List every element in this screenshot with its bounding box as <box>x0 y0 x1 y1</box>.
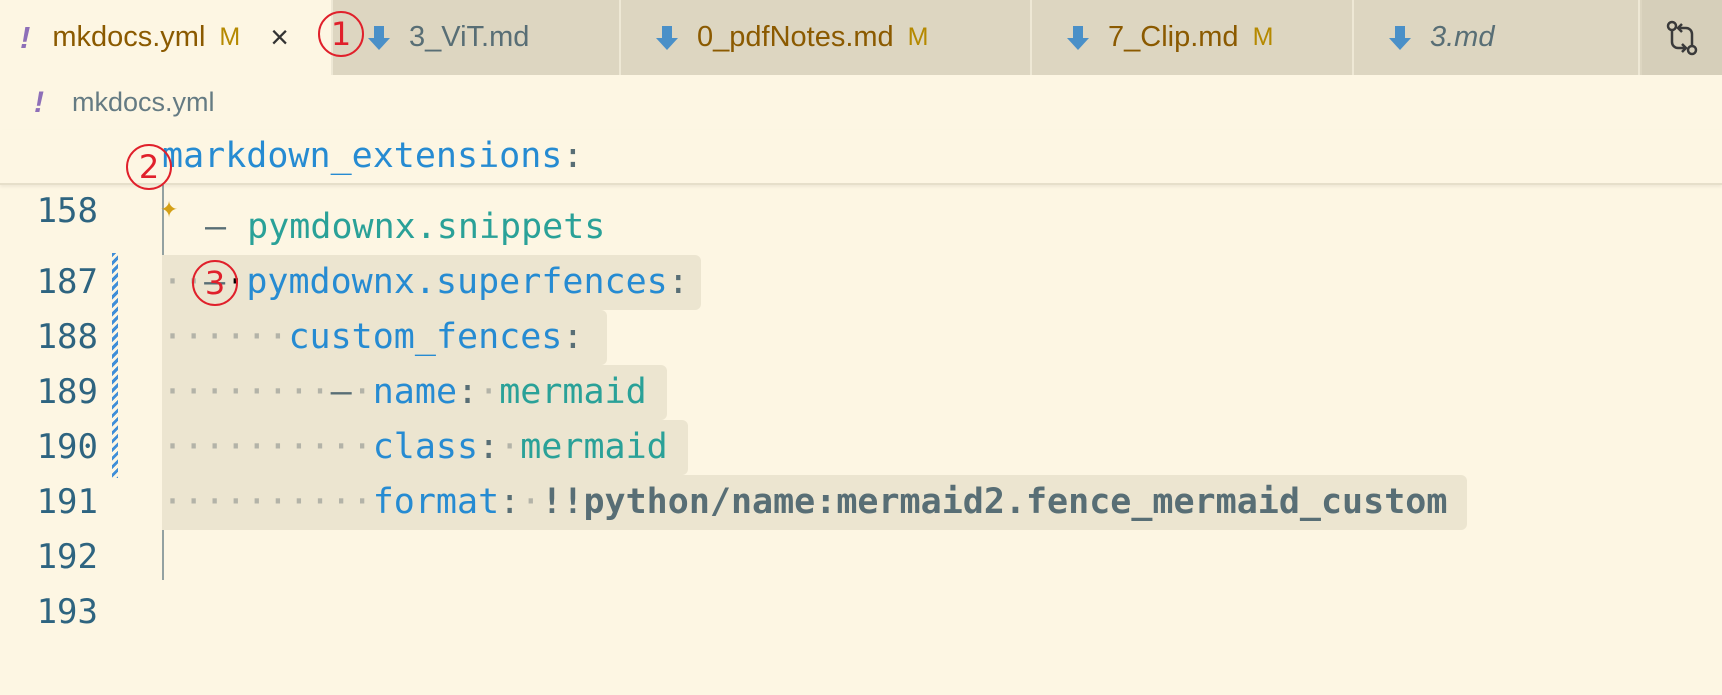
code-line-193[interactable]: 193 <box>0 530 1722 632</box>
whitespace-dot: · <box>520 482 542 522</box>
sticky-scroll-header[interactable]: 158 markdown_extensions: <box>0 130 1722 231</box>
colon: : <box>457 372 479 412</box>
line-number: 158 <box>36 191 98 231</box>
colon: : <box>562 136 584 176</box>
code-line-187[interactable]: 187 – pymdownx.snippets <box>0 200 1722 302</box>
editor-tab-bar: ! mkdocs.yml M × 3_ViT.md 0_pdfNotes.md … <box>0 0 1722 75</box>
whitespace-dots: ·········· <box>162 482 373 522</box>
close-tab-icon[interactable]: × <box>270 19 289 56</box>
tab-0-pdfnotes-md[interactable]: 0_pdfNotes.md M <box>621 0 1032 75</box>
code-line-191[interactable]: 191 ··········class:·mermaid <box>0 420 1722 522</box>
annotation-marker-3: 3 <box>192 260 238 306</box>
git-compare-icon <box>1666 20 1698 55</box>
modified-badge: M <box>219 23 241 51</box>
line-number: 193 <box>36 592 98 632</box>
yaml-key: class <box>372 427 479 467</box>
tab-3-vit-md[interactable]: 3_ViT.md <box>333 0 621 75</box>
yaml-key: name <box>372 372 458 412</box>
markdown-download-icon <box>1389 25 1411 50</box>
annotation-marker-2: 2 <box>126 144 172 190</box>
whitespace-dots: ········ <box>162 372 331 412</box>
annotation-marker-1: 1 <box>318 11 364 57</box>
colon: : <box>478 427 500 467</box>
markdown-download-icon <box>1067 25 1089 50</box>
source-control-compare-button[interactable] <box>1642 0 1722 75</box>
tab-7-clip-md[interactable]: 7_Clip.md M <box>1032 0 1354 75</box>
breadcrumb-file[interactable]: mkdocs.yml <box>72 87 215 118</box>
markdown-download-icon <box>368 25 390 50</box>
code-line-188[interactable]: 188 ··–·pymdownx.superfences: <box>0 255 1722 357</box>
yaml-key: pymdownx.superfences <box>246 262 668 302</box>
colon: : <box>499 482 521 522</box>
list-dash: – <box>205 207 227 247</box>
yaml-key: custom_fences <box>288 317 563 357</box>
markdown-download-icon <box>656 25 678 50</box>
tab-label: 7_Clip.md <box>1108 21 1239 53</box>
breadcrumb: ! mkdocs.yml <box>0 75 1722 130</box>
tab-label: mkdocs.yml <box>52 21 206 53</box>
colon: : <box>667 262 689 302</box>
list-dash: – <box>330 372 352 412</box>
code-line-192[interactable]: 192 ··········format:·!!python/name:merm… <box>0 475 1722 577</box>
yaml-key: markdown_extensions <box>162 136 563 176</box>
whitespace-dot: · <box>478 372 500 412</box>
tab-label: 3.md <box>1430 21 1495 53</box>
code-line-190[interactable]: 190 ········–·name:·mermaid <box>0 365 1722 467</box>
yaml-value: mermaid <box>499 372 647 412</box>
yaml-key: format <box>372 482 500 522</box>
yaml-value: pymdownx.snippets <box>247 207 606 247</box>
colon: : <box>562 317 584 357</box>
tab-3-md[interactable]: 3.md <box>1354 0 1640 75</box>
modified-badge: M <box>907 23 929 51</box>
ai-sparkle-icon[interactable]: ✦ <box>160 190 178 225</box>
whitespace-dot: · <box>351 372 373 412</box>
yaml-tag-value: python/name:mermaid2.fence_mermaid_custo… <box>583 482 1448 522</box>
code-line-189[interactable]: 189 ······custom_fences: <box>0 310 1722 412</box>
tab-label: 3_ViT.md <box>409 21 530 53</box>
whitespace-dots: ·········· <box>162 427 373 467</box>
tab-mkdocs-yml[interactable]: ! mkdocs.yml M × <box>0 0 333 75</box>
yaml-value: mermaid <box>520 427 668 467</box>
yaml-file-icon: ! <box>20 19 31 55</box>
yaml-file-icon: ! <box>34 85 44 119</box>
tab-label: 0_pdfNotes.md <box>697 21 894 53</box>
whitespace-dots: ······ <box>162 317 289 357</box>
modified-badge: M <box>1252 23 1274 51</box>
code-editor[interactable]: 158 markdown_extensions: ✦ 187 – pymdown… <box>0 130 1722 632</box>
yaml-tag: !! <box>541 482 584 522</box>
whitespace-dot: · <box>499 427 521 467</box>
